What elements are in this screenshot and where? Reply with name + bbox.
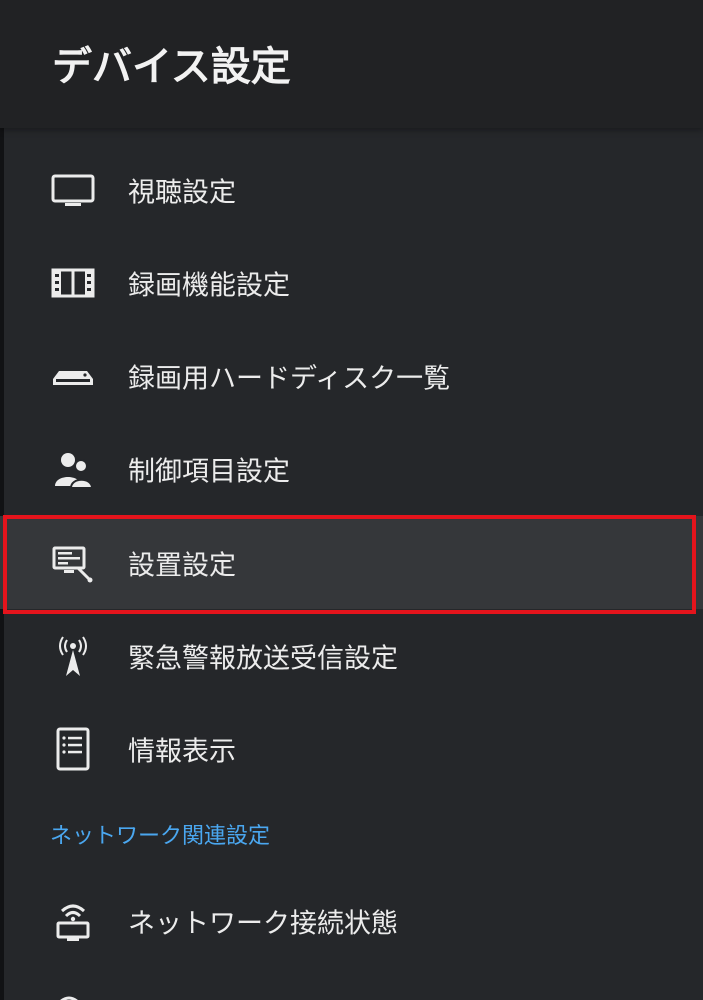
antenna-icon — [50, 633, 96, 679]
info-document-icon — [50, 726, 96, 772]
menu-item-emergency-broadcast-settings[interactable]: 緊急警報放送受信設定 — [0, 609, 703, 702]
menu-item-label: ネットワーク接続状態 — [128, 908, 398, 939]
header-bar: デバイス設定 — [0, 0, 703, 128]
menu-item-label: 情報表示 — [128, 736, 236, 767]
menu-item-network-connection-status[interactable]: ネットワーク接続状態 — [0, 874, 703, 967]
menu-item-label: 録画用ハードディスク一覧 — [128, 363, 451, 394]
network-status-icon — [50, 898, 96, 944]
menu-item-label: 視聴設定 — [128, 177, 236, 208]
hard-disk-icon — [50, 353, 96, 399]
menu-item-info-display[interactable]: 情報表示 — [0, 702, 703, 795]
menu-item-hdd-list[interactable]: 録画用ハードディスク一覧 — [0, 329, 703, 422]
setup-icon — [50, 540, 96, 586]
next-item-icon — [54, 990, 84, 1000]
menu-item-installation-settings[interactable]: 設置設定 — [0, 516, 703, 609]
menu-item-label: 設置設定 — [128, 550, 236, 581]
menu-item-recording-settings[interactable]: 録画機能設定 — [0, 236, 703, 329]
film-icon — [50, 260, 96, 306]
device-settings-panel: デバイス設定 視聴設定 録画機能設定 録画用ハードディスク一覧 制御項目設定 設… — [0, 0, 703, 1000]
section-header-network: ネットワーク関連設定 — [50, 824, 271, 849]
menu-item-control-settings[interactable]: 制御項目設定 — [0, 422, 703, 515]
menu-item-label: 制御項目設定 — [128, 456, 290, 487]
users-icon — [50, 446, 96, 492]
menu-item-viewing-settings[interactable]: 視聴設定 — [0, 143, 703, 236]
tv-icon — [50, 167, 96, 213]
page-title: デバイス設定 — [52, 44, 291, 90]
menu-item-label: 録画機能設定 — [128, 270, 290, 301]
menu-item-label: 緊急警報放送受信設定 — [128, 643, 398, 674]
